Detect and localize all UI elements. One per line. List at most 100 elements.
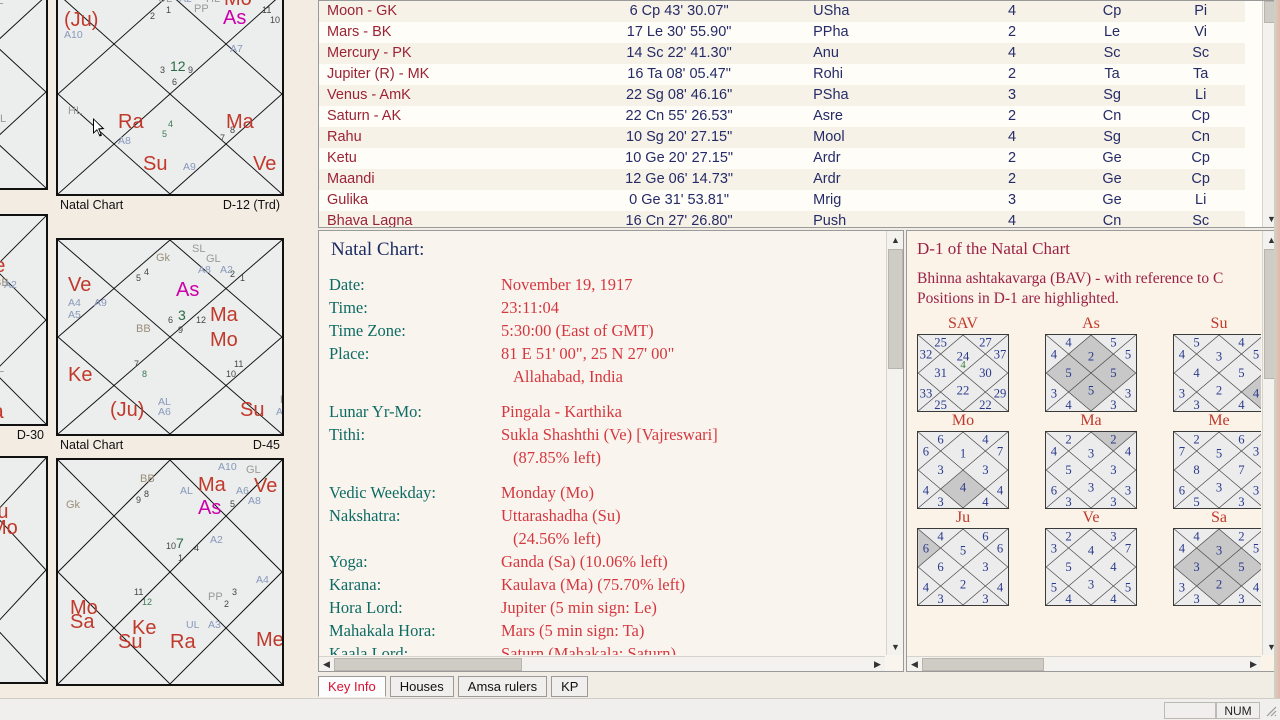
tab-kp[interactable]: KP bbox=[551, 676, 589, 697]
table-row[interactable]: Moon - GK 6 Cp 43' 30.07" USha 4 Cp Pi bbox=[319, 1, 1245, 22]
svg-text:7: 7 bbox=[1125, 541, 1131, 555]
ashtakavarga-panel[interactable]: D-1 of the Natal Chart Bhinna ashtakavar… bbox=[906, 230, 1280, 672]
cell-nakshatra: Rohi bbox=[799, 64, 957, 85]
cell-pada: 2 bbox=[956, 169, 1068, 190]
natal-chart-info-panel[interactable]: Natal Chart: Date: November 19, 1917 Time:… bbox=[318, 230, 904, 672]
partial-chart-bottom[interactable]: Su Mo bbox=[0, 456, 48, 684]
ashtakavarga-hscrollbar[interactable]: ◀ ▶ bbox=[907, 656, 1261, 671]
chart-glyph-gk: Gk bbox=[156, 252, 171, 264]
partial-chart-mid-caption: D-30 bbox=[0, 426, 48, 443]
info-value: Uttarashadha (Su) bbox=[501, 506, 621, 525]
svg-text:3: 3 bbox=[1088, 577, 1094, 591]
info-panel-hscrollbar[interactable]: ◀ ▶ bbox=[319, 656, 885, 671]
ashtakavarga-chart-ve[interactable]: Ve 4 2 3 5 5 4 3 4 5 4 7 3 bbox=[1045, 509, 1137, 606]
svg-text:3: 3 bbox=[982, 463, 988, 477]
table-row[interactable]: Jupiter (R) - MK 16 Ta 08' 05.47" Rohi 2 Ta T… bbox=[319, 64, 1245, 85]
table-row[interactable]: Gulika 0 Ge 31' 53.81" Mrig 3 Ge Li bbox=[319, 190, 1245, 211]
ashtakavarga-chart-sav[interactable]: SAV 24 25 32 31 33 25 22 22 29 30 37 27 4 bbox=[917, 315, 1009, 412]
scroll-thumb[interactable] bbox=[888, 249, 903, 369]
info-label: Yoga: bbox=[329, 552, 368, 571]
table-row[interactable]: Ketu 10 Ge 20' 27.15" Ardr 2 Ge Cp bbox=[319, 148, 1245, 169]
window-right-edge bbox=[1274, 0, 1280, 698]
tab-amsa-rulers[interactable]: Amsa rulers bbox=[457, 676, 548, 697]
chart-glyph-ve: Ve bbox=[68, 274, 92, 296]
svg-text:3: 3 bbox=[1065, 495, 1071, 508]
chart-glyph-as: As bbox=[198, 497, 222, 519]
partial-chart-mid[interactable]: Ve BB A5 A2 A4 u HL Ra bbox=[0, 214, 48, 426]
cell-position: 10 Ge 20' 27.15" bbox=[559, 148, 800, 169]
chart-glyph-ma: Ma bbox=[210, 304, 238, 326]
info-row: Lunar Yr-Mo: Pingala - Karthika bbox=[329, 400, 885, 423]
chart-glyph-ve: Ve bbox=[253, 153, 277, 175]
ashtakavarga-chart-ju[interactable]: Ju 5 4 6 6 4 3 2 3 4 3 6 6 bbox=[917, 509, 1009, 606]
svg-text:3: 3 bbox=[1110, 398, 1116, 411]
cell-navamsa: Pi bbox=[1156, 1, 1245, 22]
cell-pada: 4 bbox=[956, 127, 1068, 148]
info-panel-vscrollbar[interactable]: ▲ ▼ bbox=[886, 231, 903, 655]
svg-text:3: 3 bbox=[1125, 483, 1131, 497]
scroll-left-icon[interactable]: ◀ bbox=[907, 657, 922, 671]
scroll-right-icon[interactable]: ▶ bbox=[870, 657, 885, 671]
tab-key-info[interactable]: Key Info bbox=[318, 676, 386, 697]
info-row: Vedic Weekday: Monday (Mo) bbox=[329, 481, 885, 504]
varga-chart-d45-a[interactable]: 5 4 2 1 3 6 12 9 7 8 11 10 Ve A4 A9 A5 Gk SL G… bbox=[56, 238, 284, 453]
cell-position: 10 Sg 20' 27.15" bbox=[559, 127, 800, 148]
ashtakavarga-chart-ma[interactable]: Ma 3 2 4 5 6 3 3 3 3 3 4 2 bbox=[1045, 412, 1137, 509]
scroll-left-icon[interactable]: ◀ bbox=[319, 657, 334, 671]
svg-text:4: 4 bbox=[1088, 543, 1095, 557]
varga-chart-d45-b[interactable]: 9 8 5 7 10 4 1 11 12 3 2 BB Gk AL Ma As A10 GL… bbox=[56, 458, 284, 686]
ashtakavarga-chart-label: As bbox=[1082, 315, 1100, 332]
scroll-up-icon[interactable]: ▲ bbox=[887, 231, 903, 248]
table-row[interactable]: Bhava Lagna 16 Cn 27' 26.80" Push 4 Cn Sc bbox=[319, 211, 1245, 227]
svg-text:4: 4 bbox=[1193, 530, 1200, 544]
ashtakavarga-diamond: 344333234552 bbox=[1173, 528, 1261, 606]
ashtakavarga-chart-me[interactable]: Me 5 2 7 8 6 5 3 3 3 7 3 6 bbox=[1173, 412, 1261, 509]
table-row[interactable]: Venus - AmK 22 Sg 08' 46.16" PSha 3 Sg Li bbox=[319, 85, 1245, 106]
table-row[interactable]: Maandi 12 Ge 06' 14.73" Ardr 2 Ge Cp bbox=[319, 169, 1245, 190]
resize-grip-icon[interactable] bbox=[1264, 704, 1278, 718]
info-row: Mahakala Hora: Mars (5 min sign: Ta) bbox=[329, 619, 885, 642]
ashtakavarga-chart-su[interactable]: Su 3 5 4 4 3 3 2 4 4 5 5 4 bbox=[1173, 315, 1261, 412]
svg-text:4: 4 bbox=[1179, 347, 1186, 361]
table-row[interactable]: Mercury - PK 14 Sc 22' 41.30" Anu 4 Sc Sc bbox=[319, 43, 1245, 64]
chart-glyph-mo: Mo bbox=[210, 329, 238, 351]
chart-glyph-a6: A6 bbox=[236, 485, 249, 497]
status-bar: NUM bbox=[0, 698, 1280, 720]
varga-chart-d12[interactable]: 1 2 11 10 12 3 9 6 4 5 8 7 (Ju)A10ULA2PP… bbox=[56, 0, 284, 213]
scroll-thumb-h[interactable] bbox=[922, 658, 1044, 671]
cell-rasi: Ta bbox=[1067, 64, 1157, 85]
svg-text:3: 3 bbox=[1238, 495, 1244, 508]
ashtakavarga-chart-sa[interactable]: Sa 3 4 4 3 3 3 2 3 4 5 5 2 bbox=[1173, 509, 1261, 606]
chart-planet-mo: Mo bbox=[0, 517, 18, 539]
planet-positions-table-panel[interactable]: Moon - GK 6 Cp 43' 30.07" USha 4 Cp Pi Mars - … bbox=[318, 0, 1280, 228]
info-row: Tithi: Sukla Shashthi (Ve) [Vajreswari] bbox=[329, 423, 885, 446]
scroll-thumb-h[interactable] bbox=[334, 658, 522, 671]
table-row[interactable]: Rahu 10 Sg 20' 27.15" Mool 4 Sg Cn bbox=[319, 127, 1245, 148]
chart-glyph-su: Su bbox=[240, 399, 265, 421]
ashtakavarga-diamond: 24 25 32 31 33 25 22 22 29 30 37 27 4 bbox=[917, 334, 1009, 412]
ashtakavarga-chart-label: Ve bbox=[1082, 509, 1100, 526]
scroll-down-icon[interactable]: ▼ bbox=[887, 638, 903, 655]
ashtakavarga-chart-as[interactable]: As 2 4 4 5 3 4 5 3 3 5 5 5 bbox=[1045, 315, 1137, 412]
svg-text:5: 5 bbox=[1193, 495, 1199, 508]
varga-charts-sidebar: SL (Ju) HL 7 (7-1) Ve BB bbox=[0, 0, 316, 698]
tab-houses[interactable]: Houses bbox=[389, 676, 454, 697]
ashtakavarga-row: Mo 1 6 6 3 4 3 4 4 4 3 7 4 Ma 3 2 4 5 6 3 3 3 3 3 4 2 Me 5 2 7 8 6 5 3 3 3 7… bbox=[917, 412, 1261, 509]
info-value: Ganda (Sa) (10.06% left) bbox=[501, 552, 668, 571]
partial-chart-top[interactable]: SL (Ju) HL bbox=[0, 0, 48, 190]
chart-glyph-pp: PP bbox=[208, 591, 223, 603]
bottom-tab-bar[interactable]: Key Info Houses Amsa rulers KP bbox=[318, 676, 1280, 698]
ashtakavarga-chart-mo[interactable]: Mo 1 6 6 3 4 3 4 4 4 3 7 4 bbox=[917, 412, 1009, 509]
ashtakavarga-chart-label: Ma bbox=[1080, 412, 1102, 429]
cell-position: 14 Sc 22' 41.30" bbox=[559, 43, 800, 64]
info-label: Kaala Lord: bbox=[329, 644, 409, 655]
chart-glyph-ul: UL bbox=[158, 0, 172, 5]
cell-rasi: Cn bbox=[1067, 211, 1157, 227]
svg-text:3: 3 bbox=[1110, 530, 1116, 544]
table-row[interactable]: Saturn - AK 22 Cn 55' 26.53" Asre 2 Cn Cp bbox=[319, 106, 1245, 127]
cell-navamsa: Cn bbox=[1156, 127, 1245, 148]
cell-nakshatra: Asre bbox=[799, 106, 957, 127]
table-row[interactable]: Mars - BK 17 Le 30' 55.90" PPha 2 Le Vi bbox=[319, 22, 1245, 43]
scroll-right-icon[interactable]: ▶ bbox=[1246, 657, 1261, 671]
